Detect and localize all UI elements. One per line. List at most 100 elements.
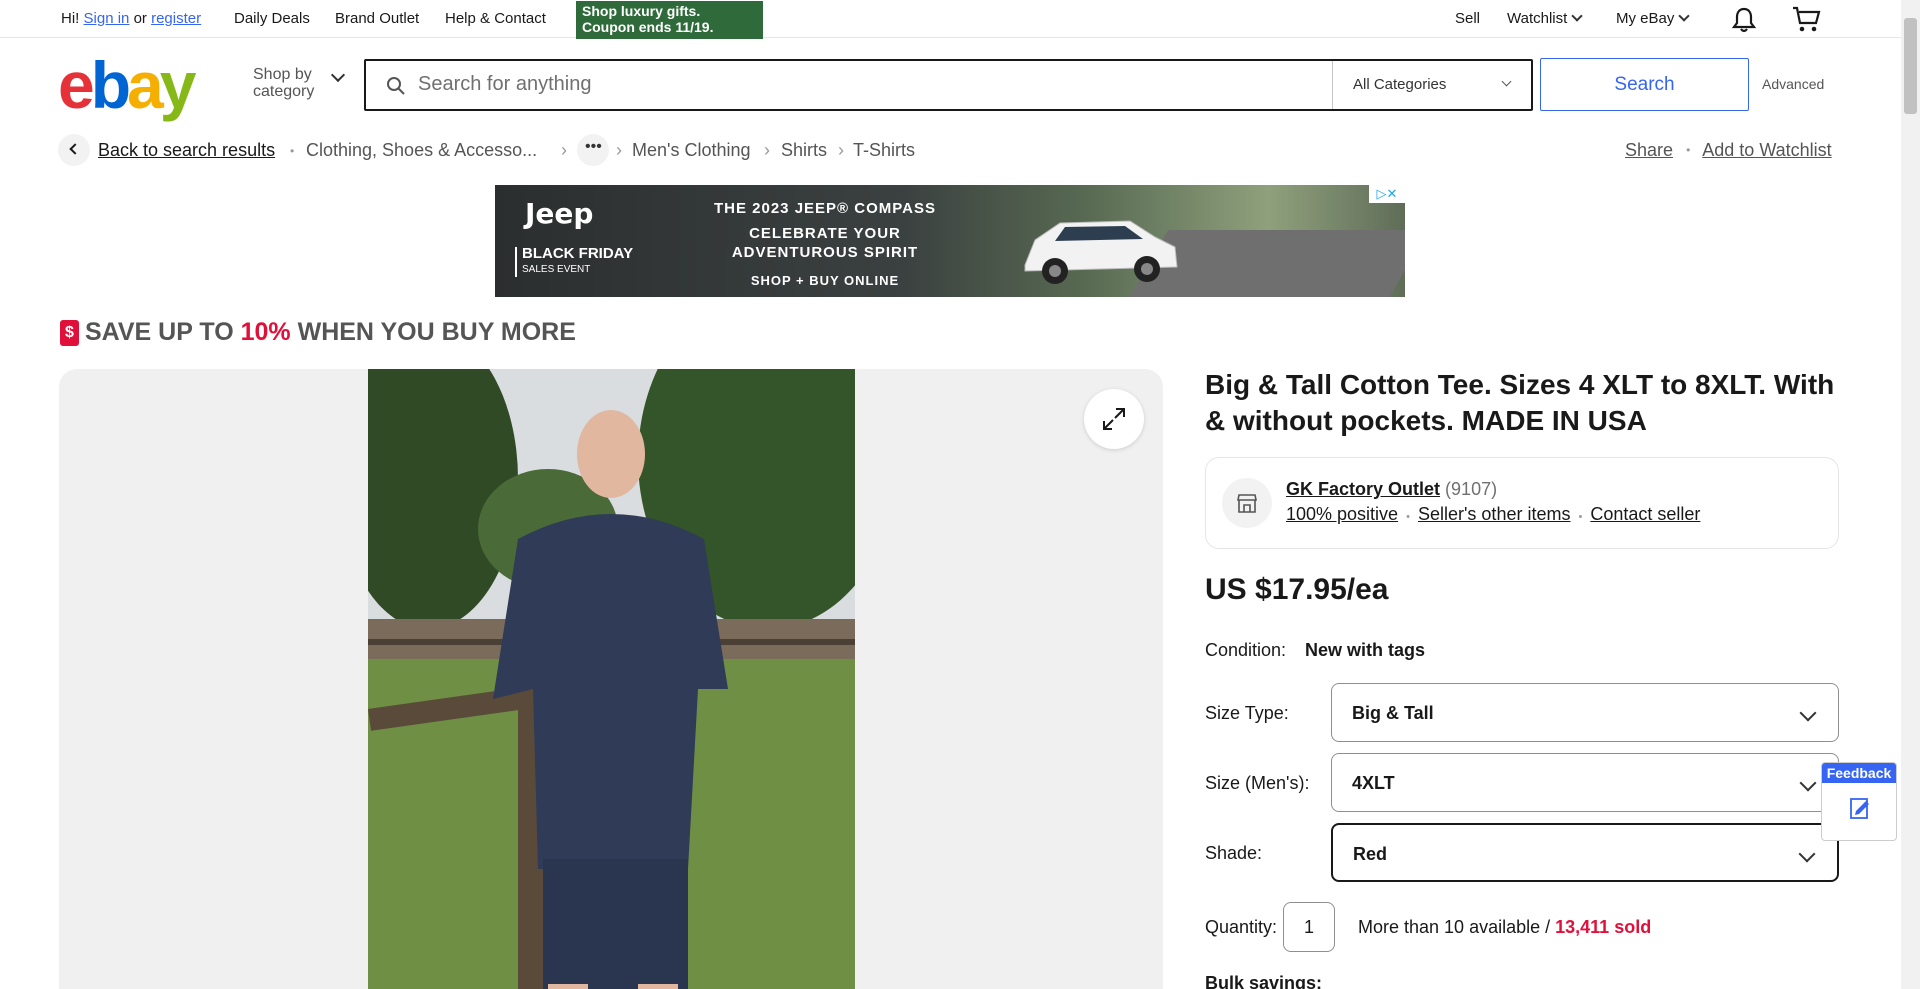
logo-letter-b: b (90, 48, 131, 122)
advanced-search-link[interactable]: Advanced (1762, 76, 1824, 92)
size-type-select[interactable]: Big & Tall (1331, 683, 1839, 742)
breadcrumb-item-t-shirts[interactable]: T-Shirts (853, 140, 915, 161)
chevron-down-icon (1798, 845, 1816, 863)
ad-headline-1: THE 2023 JEEP® COMPASS (713, 200, 936, 217)
storefront-icon (1237, 494, 1257, 513)
chevron-right-icon: › (838, 140, 844, 160)
condition-label: Condition: (1205, 640, 1287, 660)
positive-feedback-link[interactable]: 100% positive (1286, 504, 1398, 524)
search-input[interactable] (418, 73, 1358, 96)
edit-note-icon (1850, 798, 1869, 819)
greeting-text: Hi! (61, 10, 80, 27)
expand-image-button[interactable] (1084, 389, 1144, 449)
quantity-label: Quantity: (1205, 917, 1278, 937)
bulk-savings-label: Bulk savings: (1205, 973, 1323, 989)
help-contact-link[interactable]: Help & Contact (445, 10, 546, 27)
sell-link[interactable]: Sell (1455, 10, 1480, 27)
notification-bell-icon[interactable] (1731, 6, 1757, 34)
ad-event-label: BLACK FRIDAY SALES EVENT (515, 245, 634, 277)
seller-name-row: GK Factory Outlet (9107) (1286, 479, 1497, 500)
chevron-down-icon (1799, 704, 1817, 722)
search-bar: All Categories (364, 59, 1533, 111)
ad-headline-2: CELEBRATE YOUR (749, 225, 901, 242)
product-title: Big & Tall Cotton Tee. Sizes 4 XLT to 8X… (1205, 369, 1835, 436)
back-to-search-link[interactable]: Back to search results (98, 140, 275, 161)
size-value: 4XLT (1352, 773, 1395, 793)
my-ebay-menu[interactable]: My eBay (1616, 10, 1691, 27)
separator-dot: • (290, 144, 295, 158)
feedback-button[interactable]: Feedback (1821, 762, 1897, 841)
ad-choices-icon[interactable]: ▷✕ (1369, 185, 1405, 203)
product-photo-illustration (368, 369, 855, 989)
availability: More than 10 available / 13,411 sold (1358, 917, 1651, 938)
chevron-down-icon (1799, 774, 1817, 792)
shop-by-label: Shop by (253, 66, 312, 83)
shade-select[interactable]: Red (1331, 823, 1839, 882)
ad-event-line-2: SALES EVENT (522, 264, 591, 275)
register-link[interactable]: register (151, 10, 201, 27)
search-icon (387, 77, 405, 95)
more-breadcrumbs-button[interactable]: ••• (577, 134, 609, 166)
separator-dot: • (1578, 511, 1583, 523)
ebay-logo[interactable]: ebay (58, 48, 197, 122)
seller-card: GK Factory Outlet (9107) 100% positive •… (1205, 457, 1839, 549)
seller-name-link[interactable]: GK Factory Outlet (1286, 479, 1440, 499)
shop-by-category-button[interactable]: Shop by category (253, 66, 346, 100)
save-suffix: WHEN YOU BUY MORE (290, 318, 576, 346)
shade-label: Shade: (1205, 843, 1263, 863)
breadcrumb-item-mens-clothing[interactable]: Men's Clothing (632, 140, 751, 161)
chevron-down-icon (1501, 76, 1512, 87)
top-nav-bar: Hi! Sign in or register Daily Deals Bran… (0, 0, 1920, 39)
size-select[interactable]: 4XLT (1331, 753, 1839, 812)
search-button[interactable]: Search (1540, 58, 1749, 111)
size-type-value: Big & Tall (1352, 703, 1434, 723)
share-link[interactable]: Share (1625, 140, 1673, 160)
save-promo-text: SAVE UP TO 10% WHEN YOU BUY MORE (58, 318, 576, 347)
store-icon[interactable] (1222, 478, 1272, 528)
scrollbar-thumb[interactable] (1904, 18, 1917, 114)
promo-line-1: Shop luxury gifts. (582, 3, 701, 19)
separator-dot: • (1406, 511, 1410, 523)
jeep-advertisement[interactable]: Jeep BLACK FRIDAY SALES EVENT THE 2023 JE… (495, 185, 1405, 297)
breadcrumb-item-shirts[interactable]: Shirts (781, 140, 827, 161)
contact-seller-link[interactable]: Contact seller (1590, 504, 1700, 524)
logo-letter-y: y (159, 48, 197, 122)
ad-event-line-1: BLACK FRIDAY (522, 245, 634, 262)
product-photo[interactable] (368, 369, 855, 989)
chevron-down-icon (1678, 10, 1691, 22)
ad-headline-3: ADVENTUROUS SPIRIT (731, 244, 919, 261)
breadcrumb-item-clothing[interactable]: Clothing, Shoes & Accesso... (306, 140, 537, 161)
seller-links: 100% positive • Seller's other items • C… (1286, 504, 1700, 525)
page-scrollbar[interactable] (1901, 0, 1920, 989)
watchlist-label: Watchlist (1507, 10, 1568, 27)
expand-icon (1103, 408, 1125, 430)
shopping-cart-icon[interactable] (1791, 5, 1821, 33)
promo-banner-link[interactable]: Shop luxury gifts. Coupon ends 11/19. (576, 1, 763, 39)
save-percent: 10% (240, 318, 291, 346)
sold-count[interactable]: 13,411 sold (1555, 917, 1651, 937)
seller-other-items-link[interactable]: Seller's other items (1418, 504, 1571, 524)
brand-outlet-link[interactable]: Brand Outlet (335, 10, 419, 27)
quantity-input[interactable]: 1 (1283, 902, 1335, 952)
size-label: Size (Men's): (1205, 773, 1310, 793)
seller-score: (9107) (1445, 479, 1498, 499)
ad-car-image (1024, 220, 1178, 284)
logo-letter-a: a (127, 48, 164, 122)
chevron-right-icon: › (561, 140, 567, 160)
watchlist-menu[interactable]: Watchlist (1507, 10, 1583, 27)
logo-letter-e: e (58, 48, 95, 122)
category-select[interactable]: All Categories (1332, 61, 1531, 109)
separator-dot: • (1686, 143, 1691, 157)
image-gallery[interactable] (59, 369, 1163, 989)
daily-deals-link[interactable]: Daily Deals (234, 10, 310, 27)
my-ebay-label: My eBay (1616, 10, 1675, 27)
greeting: Hi! Sign in or register (61, 10, 201, 27)
size-type-label: Size Type: (1205, 703, 1289, 723)
feedback-label: Feedback (1822, 763, 1896, 783)
save-prefix: SAVE UP TO (85, 318, 241, 346)
chevron-down-icon (1571, 10, 1583, 22)
chevron-left-icon (69, 143, 81, 155)
sign-in-link[interactable]: Sign in (84, 10, 130, 27)
back-button[interactable] (58, 134, 90, 166)
add-to-watchlist-link[interactable]: Add to Watchlist (1702, 140, 1831, 160)
